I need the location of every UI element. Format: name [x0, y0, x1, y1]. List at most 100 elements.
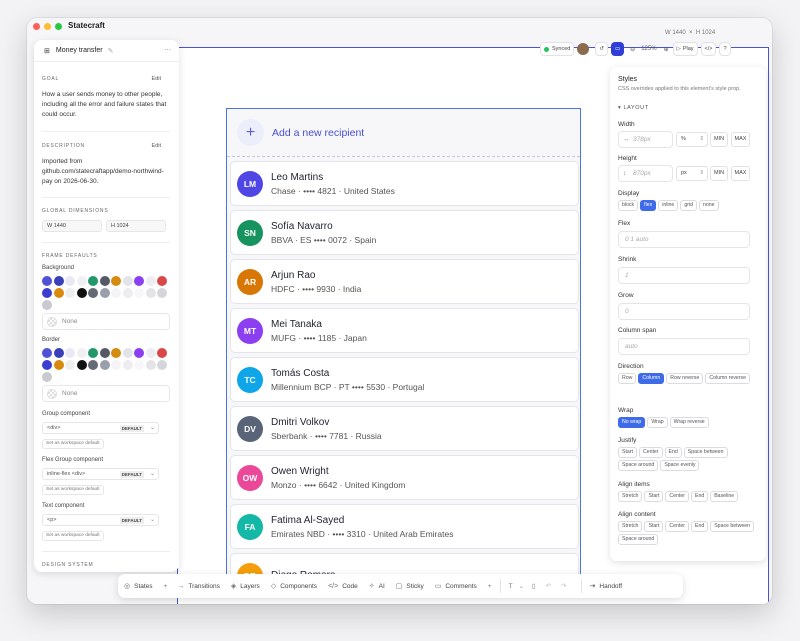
background-color-swatch[interactable]: [42, 300, 52, 310]
align-content-option[interactable]: Stretch: [618, 521, 643, 532]
background-color-swatch[interactable]: [134, 288, 144, 298]
zoom-out-icon[interactable]: ⊖: [630, 46, 635, 53]
device-preview-button[interactable]: ▭: [610, 42, 625, 56]
border-color-swatch[interactable]: [53, 348, 64, 358]
border-color-swatch[interactable]: [157, 348, 167, 358]
shrink-input[interactable]: 1: [618, 267, 750, 284]
recipient-card[interactable]: LM Leo Martins Chase · •••• 4821 · United …: [230, 161, 579, 206]
justify-option[interactable]: Space between: [683, 447, 728, 458]
background-color-swatch[interactable]: [42, 276, 52, 286]
background-none-selector[interactable]: None: [42, 313, 170, 330]
border-color-swatch[interactable]: [88, 360, 98, 370]
background-color-swatch[interactable]: [122, 288, 133, 298]
global-width-input[interactable]: W 1440: [42, 220, 102, 232]
minimize-window-button[interactable]: [44, 23, 51, 30]
width-min-button[interactable]: MIN: [710, 132, 728, 147]
display-option[interactable]: block: [618, 200, 639, 211]
add-comment-icon[interactable]: +: [488, 583, 492, 590]
height-input[interactable]: ↕ 870px: [618, 165, 673, 182]
align-items-option[interactable]: Baseline: [710, 491, 739, 502]
zoom-window-button[interactable]: [55, 23, 62, 30]
align-content-option[interactable]: Center: [665, 521, 689, 532]
align-items-option[interactable]: Stretch: [618, 491, 643, 502]
code-view-button[interactable]: </>: [700, 42, 717, 56]
ai-button[interactable]: ✧ AI: [369, 582, 385, 591]
flow-title[interactable]: Money transfer: [56, 47, 103, 54]
background-color-swatch[interactable]: [88, 288, 98, 298]
recipient-card[interactable]: AR Arjun Rao HDFC · •••• 9930 · India: [230, 259, 579, 304]
more-icon[interactable]: ⋯: [164, 46, 171, 54]
border-color-swatch[interactable]: [134, 348, 144, 358]
recipient-card[interactable]: MT Mei Tanaka MUFG · •••• 1185 · Japan: [230, 308, 579, 353]
border-none-selector[interactable]: None: [42, 385, 170, 402]
redo-icon[interactable]: ↷: [561, 582, 566, 590]
border-color-swatch[interactable]: [145, 348, 156, 358]
background-color-swatch[interactable]: [122, 276, 133, 286]
justify-option[interactable]: Start: [618, 447, 637, 458]
handoff-button[interactable]: ⇥ Handoff: [590, 582, 623, 591]
border-color-swatch[interactable]: [145, 360, 156, 370]
border-color-swatch[interactable]: [53, 360, 64, 370]
background-color-swatch[interactable]: [88, 276, 98, 286]
history-button[interactable]: ↺: [595, 42, 608, 56]
layout-section-toggle[interactable]: ▾ LAYOUT: [618, 105, 649, 111]
border-color-swatch[interactable]: [65, 360, 75, 370]
play-button[interactable]: ▷ Play: [672, 42, 698, 56]
border-color-swatch[interactable]: [76, 348, 87, 358]
justify-option[interactable]: Center: [638, 447, 663, 458]
layers-button[interactable]: ◈ Layers: [231, 582, 260, 591]
width-input[interactable]: ↔ 378px: [618, 131, 673, 148]
zoom-in-icon[interactable]: ⊕: [664, 46, 669, 53]
justify-option[interactable]: End: [664, 447, 682, 458]
add-state-icon[interactable]: +: [164, 583, 168, 590]
border-color-swatch[interactable]: [42, 372, 52, 382]
direction-option[interactable]: Column reverse: [705, 373, 751, 384]
border-color-swatch[interactable]: [134, 360, 144, 370]
height-max-button[interactable]: MAX: [731, 166, 750, 181]
recipient-card[interactable]: FA Fatima Al-Sayed Emirates NBD · •••• 331…: [230, 504, 579, 549]
group-component-select[interactable]: <div> DEFAULT ⌄: [42, 422, 159, 434]
border-color-swatch[interactable]: [65, 348, 75, 358]
align-content-option[interactable]: Start: [644, 521, 664, 532]
background-color-swatch[interactable]: [111, 288, 121, 298]
background-color-swatch[interactable]: [157, 276, 167, 286]
direction-option[interactable]: Row reverse: [666, 373, 704, 384]
direction-option[interactable]: Row: [618, 373, 637, 384]
wrap-option[interactable]: No wrap: [618, 417, 646, 428]
pencil-icon[interactable]: ✎: [108, 47, 114, 55]
justify-option[interactable]: Space evenly: [660, 460, 700, 471]
text-component-select[interactable]: <p> DEFAULT ⌄: [42, 514, 159, 526]
text-tool-icon[interactable]: T: [509, 583, 513, 590]
chevron-down-icon[interactable]: ⌄: [519, 582, 524, 590]
flex-input[interactable]: 0 1 auto: [618, 231, 750, 248]
align-items-option[interactable]: Start: [644, 491, 664, 502]
undo-icon[interactable]: ↶: [546, 582, 551, 590]
background-color-swatch[interactable]: [157, 288, 167, 298]
column-span-input[interactable]: auto: [618, 338, 750, 355]
align-content-option[interactable]: End: [690, 521, 709, 532]
sticky-button[interactable]: ▢ Sticky: [396, 582, 424, 591]
global-height-input[interactable]: H 1024: [106, 220, 166, 232]
components-button[interactable]: ◇ Components: [271, 582, 317, 591]
align-items-option[interactable]: End: [690, 491, 709, 502]
comments-button[interactable]: ▭ Comments: [435, 582, 477, 591]
avatar[interactable]: [577, 43, 590, 55]
border-color-swatch[interactable]: [76, 360, 87, 370]
display-option[interactable]: none: [698, 200, 719, 211]
transitions-button[interactable]: → Transitions: [177, 583, 220, 590]
flex-workspace-default-button[interactable]: Set as workspace default: [42, 485, 104, 495]
recipient-card[interactable]: SN Sofía Navarro BBVA · ES •••• 0072 · Spa…: [230, 210, 579, 255]
wrap-option[interactable]: Wrap reverse: [669, 417, 709, 428]
background-color-swatch[interactable]: [134, 276, 144, 286]
description-edit-button[interactable]: Edit: [152, 143, 161, 149]
group-workspace-default-button[interactable]: Set as workspace default: [42, 439, 104, 449]
flex-group-component-select[interactable]: inline-flex <div> DEFAULT ⌄: [42, 468, 159, 480]
width-unit-select[interactable]: % ⇕: [676, 132, 708, 147]
background-color-swatch[interactable]: [145, 288, 156, 298]
background-color-swatch[interactable]: [65, 288, 75, 298]
background-color-swatch[interactable]: [76, 276, 87, 286]
border-color-swatch[interactable]: [99, 360, 110, 370]
align-items-option[interactable]: Center: [665, 491, 689, 502]
display-option[interactable]: grid: [680, 200, 697, 211]
background-color-swatch[interactable]: [99, 276, 110, 286]
